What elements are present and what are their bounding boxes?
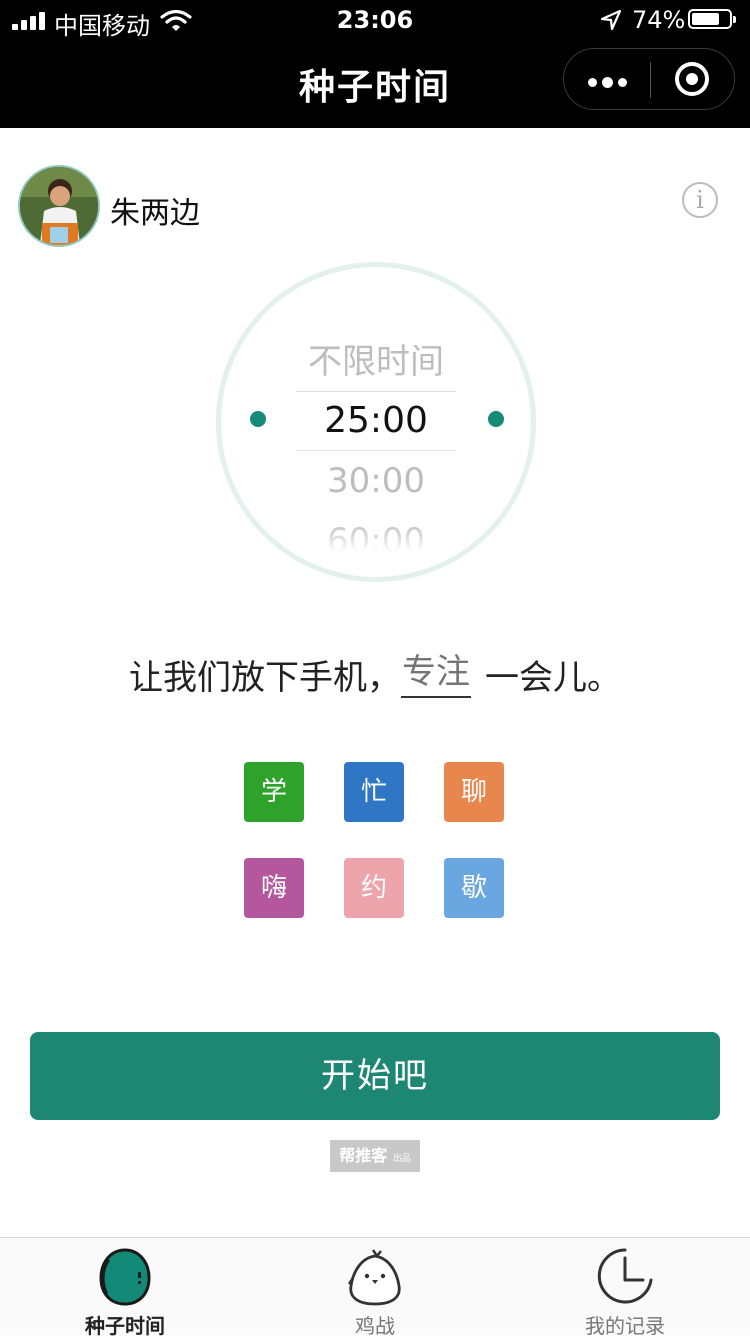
status-bar: 中国移动 23:06 74% (0, 0, 750, 40)
battery-percent: 74% (632, 6, 686, 34)
menu-capsule (563, 48, 735, 110)
target-circle-icon[interactable] (675, 62, 709, 96)
tag-button-party[interactable]: 嗨 (244, 858, 304, 918)
location-arrow-icon (600, 9, 622, 31)
dial-left-dot (250, 411, 266, 427)
brand-suffix: 出品 (392, 1154, 411, 1164)
tag-button-study[interactable]: 学 (244, 762, 304, 822)
brand-name: 帮推客 (339, 1146, 388, 1165)
tag-button-busy[interactable]: 忙 (344, 762, 404, 822)
chick-icon (347, 1249, 401, 1306)
tab-chicken-battle[interactable]: 鸡战 (250, 1238, 500, 1338)
slogan-before: 让我们放下手机， (129, 658, 401, 698)
capsule-divider (650, 62, 651, 98)
info-icon[interactable]: i (682, 182, 718, 218)
time-option[interactable]: 30:00 (296, 451, 456, 511)
focus-input[interactable] (401, 651, 471, 698)
tab-label: 鸡战 (355, 1314, 395, 1338)
tab-bar: 种子时间 鸡战 我的记录 (0, 1237, 750, 1338)
time-option-selected[interactable]: 25:00 (296, 391, 456, 451)
time-option[interactable]: 不限时间 (296, 332, 456, 392)
slogan: 让我们放下手机， 一会儿。 (0, 650, 750, 699)
tag-button-chat[interactable]: 聊 (444, 762, 504, 822)
avatar[interactable] (18, 165, 100, 247)
tag-button-rest[interactable]: 歇 (444, 858, 504, 918)
user-name: 朱两边 (110, 196, 200, 231)
clock-record-icon (597, 1248, 653, 1304)
tab-my-records[interactable]: 我的记录 (500, 1238, 750, 1338)
picker-fade (296, 522, 456, 552)
tab-seed-time[interactable]: 种子时间 (0, 1238, 250, 1338)
tab-label: 种子时间 (85, 1314, 165, 1338)
time-picker[interactable]: 不限时间 25:00 30:00 60:00 (296, 332, 456, 552)
brand-logo: 帮推客 出品 (330, 1140, 420, 1172)
dial-right-dot (488, 411, 504, 427)
battery-icon (688, 9, 736, 29)
tab-label: 我的记录 (585, 1314, 665, 1338)
battery-fill (692, 13, 719, 25)
slogan-after: 一会儿。 (485, 658, 621, 698)
tag-button-date[interactable]: 约 (344, 858, 404, 918)
seed-icon (99, 1248, 151, 1306)
start-button[interactable]: 开始吧 (30, 1032, 720, 1120)
top-bar: 中国移动 23:06 74% 种子时间 (0, 0, 750, 128)
